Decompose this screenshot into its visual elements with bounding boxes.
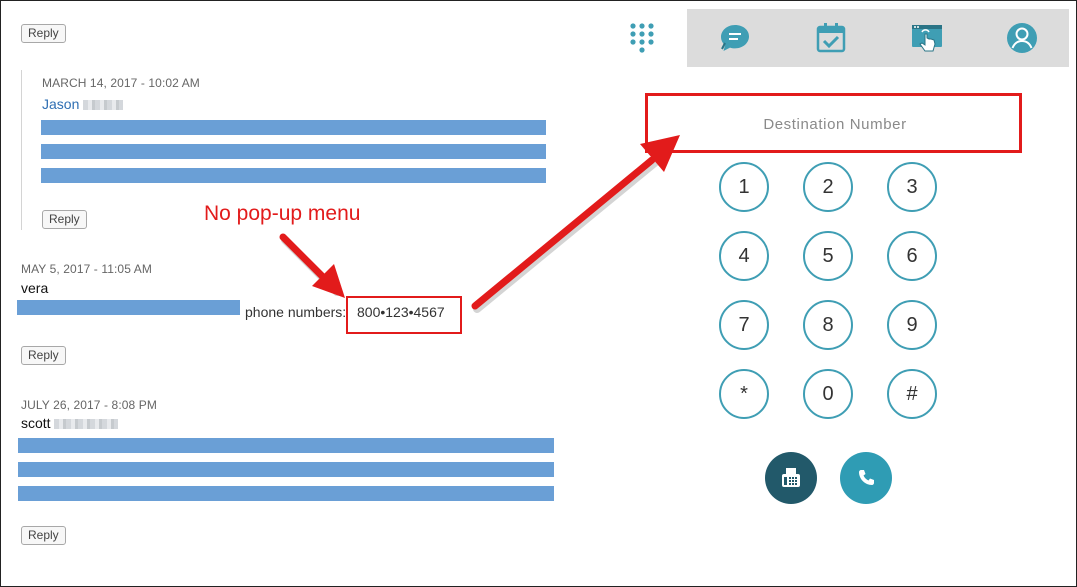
thread-indent-line (21, 70, 22, 230)
author-name: Jason (42, 96, 80, 112)
comment-author: scott (21, 415, 119, 431)
redacted-text-line (18, 438, 554, 453)
phone-label: phone numbers: (245, 304, 347, 320)
redacted-text-line (17, 300, 240, 315)
redacted-text-line (41, 120, 546, 135)
redacted-text-line (41, 144, 546, 159)
author-name: scott (21, 415, 51, 431)
tab-calendar[interactable] (782, 9, 879, 67)
call-button[interactable] (840, 452, 892, 504)
fax-icon (782, 468, 800, 487)
comment-timestamp: MAY 5, 2017 - 11:05 AM (21, 262, 152, 276)
phone-highlight-box (346, 296, 462, 334)
reply-button[interactable]: Reply (21, 346, 66, 365)
screen-touch-icon (912, 25, 942, 52)
dialer-top-nav (596, 9, 1069, 67)
phone-icon (859, 470, 874, 485)
chat-bubble-icon (720, 25, 749, 51)
comment-author: vera (21, 280, 49, 296)
redacted-surname (54, 419, 119, 430)
dial-key-hash[interactable]: # (887, 369, 937, 419)
dial-key-0[interactable]: 0 (803, 369, 853, 419)
comment-timestamp: MARCH 14, 2017 - 10:02 AM (42, 76, 200, 90)
dial-key-star[interactable]: * (719, 369, 769, 419)
comment-timestamp: JULY 26, 2017 - 8:08 PM (21, 398, 157, 412)
calendar-check-icon (816, 23, 845, 53)
dial-key-3[interactable]: 3 (887, 162, 937, 212)
redacted-text-line (18, 462, 554, 477)
tab-dialpad[interactable] (596, 9, 687, 67)
dial-key-8[interactable]: 8 (803, 300, 853, 350)
tab-profile[interactable] (975, 9, 1069, 67)
reply-button[interactable]: Reply (42, 210, 87, 229)
reply-button[interactable]: Reply (21, 526, 66, 545)
redacted-text-line (18, 486, 554, 501)
dialpad-icon (629, 23, 654, 53)
reply-button[interactable]: Reply (21, 24, 66, 43)
dial-key-6[interactable]: 6 (887, 231, 937, 281)
redacted-surname (83, 100, 124, 111)
fax-button[interactable] (765, 452, 817, 504)
tab-messages[interactable] (687, 9, 782, 67)
tab-screen[interactable] (879, 9, 975, 67)
dial-key-9[interactable]: 9 (887, 300, 937, 350)
dial-key-2[interactable]: 2 (803, 162, 853, 212)
redacted-text-line (41, 168, 546, 183)
annotation-label: No pop-up menu (204, 202, 361, 225)
user-profile-icon (1007, 23, 1037, 53)
comment-author[interactable]: Jason (42, 96, 124, 112)
dial-key-1[interactable]: 1 (719, 162, 769, 212)
dial-key-5[interactable]: 5 (803, 231, 853, 281)
destination-highlight-box (645, 93, 1022, 153)
dial-key-4[interactable]: 4 (719, 231, 769, 281)
dial-key-7[interactable]: 7 (719, 300, 769, 350)
